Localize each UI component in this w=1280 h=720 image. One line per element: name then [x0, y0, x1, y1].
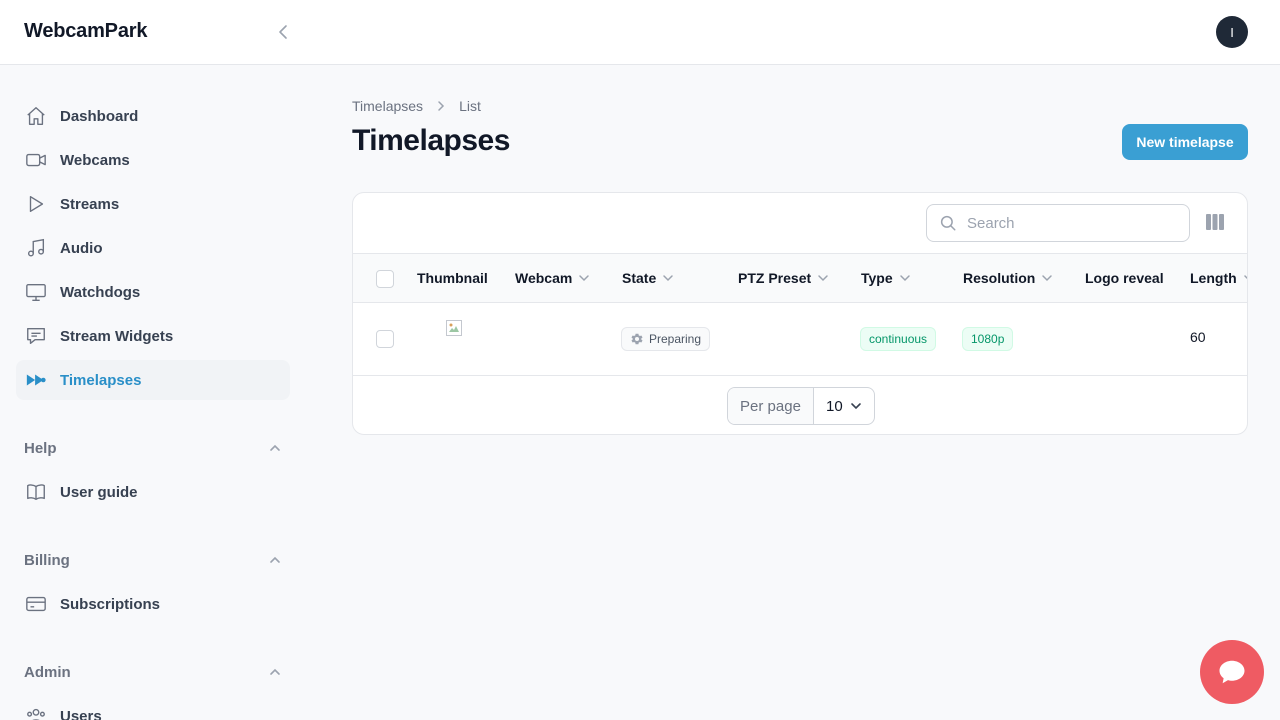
sidebar-item-users[interactable]: Users	[16, 696, 290, 720]
table-row[interactable]: Preparing continuous 1080p 60	[353, 303, 1247, 376]
sidebar-item-streams[interactable]: Streams	[16, 184, 290, 224]
sidebar-item-label: Streams	[60, 195, 120, 213]
chevron-down-icon	[899, 275, 910, 282]
sidebar-item-user-guide[interactable]: User guide	[16, 472, 290, 512]
resolution-badge: 1080p	[962, 327, 1014, 351]
sidebar-item-label: Timelapses	[60, 371, 142, 389]
credit-card-icon	[24, 592, 48, 616]
music-note-icon	[24, 236, 48, 260]
column-header-state[interactable]: State	[622, 254, 674, 302]
chevron-up-icon	[270, 556, 280, 563]
sidebar-item-label: User guide	[60, 483, 138, 501]
chat-icon	[1219, 660, 1245, 684]
breadcrumb-current: List	[459, 98, 481, 114]
chevron-up-icon	[270, 444, 280, 451]
new-timelapse-button[interactable]: New timelapse	[1122, 124, 1248, 160]
column-header-thumbnail: Thumbnail	[417, 270, 488, 286]
play-icon	[24, 192, 48, 216]
sidebar-group-label: Admin	[24, 663, 71, 681]
chevron-down-icon	[1042, 275, 1053, 282]
chat-bubble-icon	[24, 324, 48, 348]
chevron-down-icon	[663, 275, 673, 282]
table-header: Thumbnail Webcam State PTZ Preset Type R…	[353, 253, 1247, 303]
brand-logo[interactable]: WebcamPark	[24, 20, 147, 43]
sidebar: Dashboard Webcams Streams Audio Watchdog…	[0, 65, 306, 720]
sidebar-group-label: Help	[24, 439, 57, 457]
per-page-label: Per page	[728, 388, 814, 424]
sidebar-group-billing[interactable]: Billing	[24, 548, 282, 572]
breadcrumb-parent-link[interactable]: Timelapses	[352, 98, 423, 114]
gear-icon	[631, 333, 643, 345]
column-header-resolution[interactable]: Resolution	[963, 254, 1053, 302]
sidebar-item-webcams[interactable]: Webcams	[16, 140, 290, 180]
collapse-sidebar-button[interactable]	[272, 20, 296, 44]
chevron-left-icon	[279, 25, 287, 39]
breadcrumb: Timelapses List	[352, 96, 481, 116]
column-header-length[interactable]: Length	[1190, 254, 1247, 302]
sidebar-item-label: Webcams	[60, 151, 130, 169]
select-all-checkbox[interactable]	[376, 270, 394, 288]
users-icon	[24, 704, 48, 720]
sidebar-group-label: Billing	[24, 551, 70, 569]
chevron-down-icon	[579, 275, 590, 282]
sidebar-group-help[interactable]: Help	[24, 436, 282, 460]
monitor-icon	[24, 280, 48, 304]
home-icon	[24, 104, 48, 128]
search-field[interactable]	[926, 204, 1190, 242]
book-icon	[24, 480, 48, 504]
pagination: Per page 10	[727, 387, 875, 425]
sidebar-item-label: Subscriptions	[60, 595, 161, 613]
type-badge: continuous	[860, 327, 937, 351]
state-badge: Preparing	[621, 327, 711, 351]
sidebar-item-subscriptions[interactable]: Subscriptions	[16, 584, 290, 624]
video-camera-icon	[24, 148, 48, 172]
column-header-webcam[interactable]: Webcam	[515, 254, 590, 302]
sidebar-item-label: Users	[60, 707, 102, 720]
sidebar-item-label: Dashboard	[60, 107, 139, 125]
page-title: Timelapses	[352, 124, 510, 157]
sidebar-item-watchdogs[interactable]: Watchdogs	[16, 272, 290, 312]
timelapses-table-card: Thumbnail Webcam State PTZ Preset Type R…	[352, 192, 1248, 435]
thumbnail-image[interactable]	[446, 320, 462, 336]
user-avatar[interactable]: I	[1216, 16, 1248, 48]
sidebar-item-dashboard[interactable]: Dashboard	[16, 96, 290, 136]
columns-icon	[1206, 214, 1224, 230]
sidebar-item-stream-widgets[interactable]: Stream Widgets	[16, 316, 290, 356]
search-input[interactable]	[967, 214, 1167, 232]
row-select-checkbox[interactable]	[376, 330, 394, 348]
column-header-ptz-preset[interactable]: PTZ Preset	[738, 254, 829, 302]
sidebar-item-label: Audio	[60, 239, 103, 257]
sidebar-item-label: Stream Widgets	[60, 327, 174, 345]
chevron-down-icon	[851, 403, 861, 410]
per-page-select[interactable]: 10	[814, 388, 874, 424]
sidebar-item-label: Watchdogs	[60, 283, 141, 301]
sidebar-item-audio[interactable]: Audio	[16, 228, 290, 268]
broken-image-icon	[446, 320, 462, 336]
sidebar-item-timelapses[interactable]: Timelapses	[16, 360, 290, 400]
length-cell: 60	[1190, 329, 1206, 345]
per-page-value: 10	[826, 397, 843, 415]
column-header-logo-reveal: Logo reveal	[1085, 270, 1164, 286]
toggle-columns-button[interactable]	[1204, 211, 1226, 233]
sidebar-group-admin[interactable]: Admin	[24, 660, 282, 684]
fast-forward-icon	[24, 368, 48, 392]
search-icon	[940, 215, 956, 231]
chat-support-button[interactable]	[1200, 640, 1264, 704]
chevron-right-icon	[435, 100, 447, 112]
column-header-type[interactable]: Type	[861, 254, 911, 302]
state-label: Preparing	[649, 332, 702, 346]
chevron-down-icon	[1243, 275, 1247, 280]
chevron-up-icon	[270, 668, 280, 675]
chevron-down-icon	[818, 275, 828, 282]
top-bar: WebcamPark I	[0, 0, 1280, 65]
